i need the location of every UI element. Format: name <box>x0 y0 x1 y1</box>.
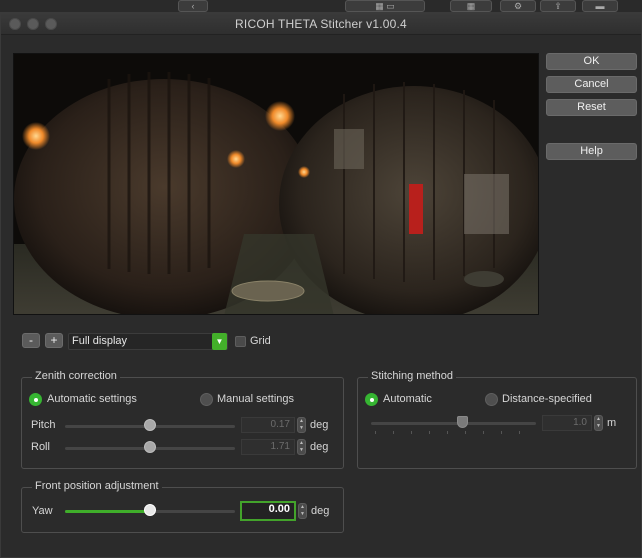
slider-tick <box>501 431 502 434</box>
grid-checkbox[interactable] <box>235 336 246 347</box>
front-position-title: Front position adjustment <box>32 480 162 492</box>
roll-stepper[interactable]: ▲ ▼ <box>297 439 306 455</box>
panorama-preview[interactable] <box>13 53 539 315</box>
view-mode-icon: ▦ ▭ <box>345 0 425 12</box>
display-mode-select[interactable]: Full display ▼ <box>68 333 228 350</box>
stitching-automatic-radio[interactable] <box>365 393 378 406</box>
window-title: RICOH THETA Stitcher v1.00.4 <box>235 17 407 31</box>
distance-unit: m <box>607 417 617 429</box>
title-bar: RICOH THETA Stitcher v1.00.4 <box>1 13 641 35</box>
yaw-label: Yaw <box>32 505 53 517</box>
stitcher-dialog: RICOH THETA Stitcher v1.00.4 OK Cancel R… <box>0 12 642 558</box>
host-toolbar: ‹ ▦ ▭ ▦ ⚙ ⇪ ▬ <box>0 0 642 12</box>
slider-tick <box>447 431 448 434</box>
pitch-value-field[interactable]: 0.17 <box>241 417 295 433</box>
pitch-stepper[interactable]: ▲ ▼ <box>297 417 306 433</box>
share-icon: ⇪ <box>540 0 576 12</box>
display-mode-value: Full display <box>72 335 128 347</box>
zenith-correction-group: Zenith correction <box>21 370 344 469</box>
slider-tick <box>375 431 376 434</box>
yaw-stepper[interactable]: ▲ ▼ <box>298 503 307 519</box>
grid-view-icon: ▦ <box>450 0 492 12</box>
slider-tick <box>411 431 412 434</box>
slider-tick <box>483 431 484 434</box>
pitch-label: Pitch <box>31 419 56 431</box>
slider-tick <box>429 431 430 434</box>
gear-icon: ⚙ <box>500 0 536 12</box>
ok-button[interactable]: OK <box>546 53 637 70</box>
zenith-automatic-radio[interactable] <box>29 393 42 406</box>
zenith-correction-title: Zenith correction <box>32 370 120 382</box>
roll-slider-thumb[interactable] <box>144 441 156 453</box>
zenith-manual-radio[interactable] <box>200 393 213 406</box>
yaw-value-field[interactable]: 0.00 <box>240 501 296 521</box>
stitching-automatic-label: Automatic <box>383 393 432 405</box>
chevron-down-icon[interactable]: ▼ <box>212 333 227 350</box>
zoom-in-button[interactable]: + <box>45 333 63 348</box>
distance-slider-track[interactable] <box>371 422 536 425</box>
pitch-unit: deg <box>310 419 329 431</box>
roll-value-field[interactable]: 1.71 <box>241 439 295 455</box>
yaw-slider-thumb[interactable] <box>144 504 156 516</box>
back-arrow-icon: ‹ <box>178 0 208 12</box>
reset-button[interactable]: Reset <box>546 99 637 116</box>
distance-stepper[interactable]: ▲ ▼ <box>594 415 603 431</box>
stitching-method-title: Stitching method <box>368 370 456 382</box>
zenith-automatic-label: Automatic settings <box>47 393 137 405</box>
zenith-manual-label: Manual settings <box>217 393 295 405</box>
roll-unit: deg <box>310 441 329 453</box>
zoom-out-button[interactable]: - <box>22 333 40 348</box>
slider-tick <box>519 431 520 434</box>
stitching-distance-label: Distance-specified <box>502 393 592 405</box>
stitching-distance-radio[interactable] <box>485 393 498 406</box>
yaw-unit: deg <box>311 505 330 517</box>
pitch-slider-thumb[interactable] <box>144 419 156 431</box>
yaw-slider-fill <box>65 510 150 513</box>
slider-tick <box>465 431 466 434</box>
distance-value-field[interactable]: 1.0 <box>542 415 592 431</box>
cancel-button[interactable]: Cancel <box>546 76 637 93</box>
tag-icon: ▬ <box>582 0 618 12</box>
help-button[interactable]: Help <box>546 143 637 160</box>
roll-label: Roll <box>31 441 50 453</box>
slider-tick <box>393 431 394 434</box>
grid-label: Grid <box>250 335 271 347</box>
distance-slider-thumb[interactable] <box>457 416 468 428</box>
